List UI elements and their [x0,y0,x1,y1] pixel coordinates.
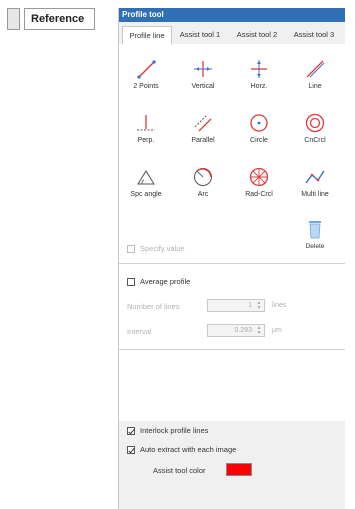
tool-vertical[interactable]: Vertical [179,58,227,90]
checkbox-box[interactable] [127,244,135,253]
tab-assist-tool-1[interactable]: Assist tool 1 [173,26,227,43]
tool-line[interactable]: Line [291,58,339,90]
spinner-arrows-icon[interactable]: ▲ ▼ [255,301,263,311]
tool-label: Horz. [250,83,268,90]
window-title: Profile tool [119,8,345,22]
interlock-checkbox[interactable]: Interlock profile lines [127,426,208,435]
tool-label: 2 Points [133,83,159,90]
perpendicular-icon [137,115,155,131]
average-profile-label: Average profile [140,277,191,286]
average-profile-checkbox[interactable]: Average profile [127,277,190,286]
tool-arc[interactable]: Arc [179,166,227,198]
tab-profile-line[interactable]: Profile line [122,26,172,45]
number-of-lines-row: Number of lines [127,302,180,311]
reference-tag: Reference [7,8,95,30]
radial-circle-icon [249,167,269,187]
interval-unit: μm [272,327,282,334]
tool-label: Multi line [301,191,329,198]
interval-row: Interval [127,327,152,336]
specified-angle-icon [137,170,155,185]
line-icon [306,60,325,78]
concentric-circle-icon [305,113,325,133]
reference-tag-bar [7,8,20,30]
tab-bar: Profile line Assist tool 1 Assist tool 2… [119,26,345,45]
checkbox-box[interactable] [127,277,135,286]
trash-icon [309,221,321,239]
number-of-lines-spinner[interactable]: 1 ▲ ▼ [207,299,265,312]
multi-line-icon [305,170,325,184]
spinner-arrows-icon[interactable]: ▲ ▼ [255,326,263,336]
circle-icon [250,114,268,132]
assist-tool-color-swatch[interactable] [226,463,252,476]
interval-value: 0.283 [234,327,252,334]
checkbox-box[interactable] [127,426,135,435]
auto-extract-label: Auto extract with each image [140,445,237,454]
delete-button[interactable]: Delete [291,218,339,250]
checkbox-box[interactable] [127,445,135,454]
two-points-line-icon [137,60,156,79]
tab-assist-tool-2[interactable]: Assist tool 2 [230,26,284,43]
auto-extract-checkbox[interactable]: Auto extract with each image [127,445,236,454]
tool-label: CnCrcl [304,137,326,144]
tool-label: Circle [250,137,268,144]
arc-icon [194,168,212,186]
tool-label: Perp. [137,137,155,144]
parallel-icon [194,114,212,132]
tool-label: Arc [197,191,209,198]
assist-tool-color-label: Assist tool color [153,466,206,475]
number-of-lines-label: Number of lines [127,302,180,311]
tool-2-points[interactable]: 2 Points [122,58,170,90]
tab-assist-tool-3[interactable]: Assist tool 3 [287,26,341,43]
tool-circle[interactable]: Circle [235,112,283,144]
interval-spinner[interactable]: 0.283 ▲ ▼ [207,324,265,337]
tool-horizontal[interactable]: Horz. [235,58,283,90]
number-of-lines-unit: lines [272,302,287,309]
interval-label: Interval [127,327,152,336]
reference-tag-label: Reference [24,8,95,30]
divider [119,263,345,264]
horizontal-profile-icon [251,60,267,78]
tool-parallel[interactable]: Parallel [179,112,227,144]
tool-label: Rad-Crcl [245,191,273,198]
interlock-label: Interlock profile lines [140,426,209,435]
tool-radial-circle[interactable]: Rad-Crcl [235,166,283,198]
delete-label: Delete [305,243,325,250]
tool-label: Line [308,83,322,90]
tool-perpendicular[interactable]: Perp. [122,112,170,144]
profile-line-tab-content: 2 Points Vertical Horz. Line Perp. Paral… [119,44,345,421]
tool-concentric-circle[interactable]: CnCrcl [291,112,339,144]
tool-label: Parallel [191,137,215,144]
tool-multi-line[interactable]: Multi line [291,166,339,198]
tool-specified-angle[interactable]: Spc angle [122,166,170,198]
profile-tool-panel: Profile tool Profile line Assist tool 1 … [118,8,345,509]
tool-label: Spc angle [130,191,162,198]
specify-value-checkbox[interactable]: Specify value [127,244,185,253]
tool-label: Vertical [191,83,215,90]
vertical-profile-icon [194,61,212,77]
specify-value-label: Specify value [140,244,185,253]
divider [119,349,345,350]
number-of-lines-value: 1 [248,302,252,309]
